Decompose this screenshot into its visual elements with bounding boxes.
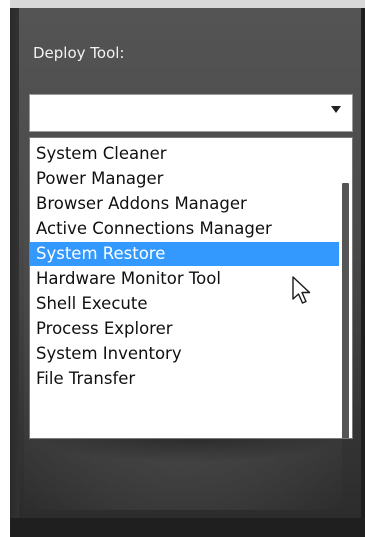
- dropdown-option-browser-addons-manager[interactable]: Browser Addons Manager: [30, 192, 340, 216]
- dropdown-option-system-inventory[interactable]: System Inventory: [30, 342, 340, 366]
- dropdown-scrollbar[interactable]: [339, 138, 352, 438]
- deploy-tool-select[interactable]: [29, 94, 353, 132]
- chevron-down-icon[interactable]: [331, 106, 341, 113]
- dropdown-option-system-restore[interactable]: System Restore: [30, 242, 340, 266]
- dropdown-option-file-transfer[interactable]: File Transfer: [30, 367, 340, 391]
- dropdown-option-system-cleaner[interactable]: System Cleaner: [30, 142, 340, 166]
- panel-bottom-edge: [10, 518, 365, 537]
- deploy-tool-label: Deploy Tool:: [33, 44, 125, 62]
- frame-top-edge: [10, 0, 365, 8]
- dropdown-option-active-connections-manager[interactable]: Active Connections Manager: [30, 217, 340, 241]
- dropdown-option-process-explorer[interactable]: Process Explorer: [30, 317, 340, 341]
- dropdown-scroll-thumb[interactable]: [342, 183, 349, 438]
- mouse-pointer-icon: [292, 276, 311, 304]
- dropdown-option-power-manager[interactable]: Power Manager: [30, 167, 340, 191]
